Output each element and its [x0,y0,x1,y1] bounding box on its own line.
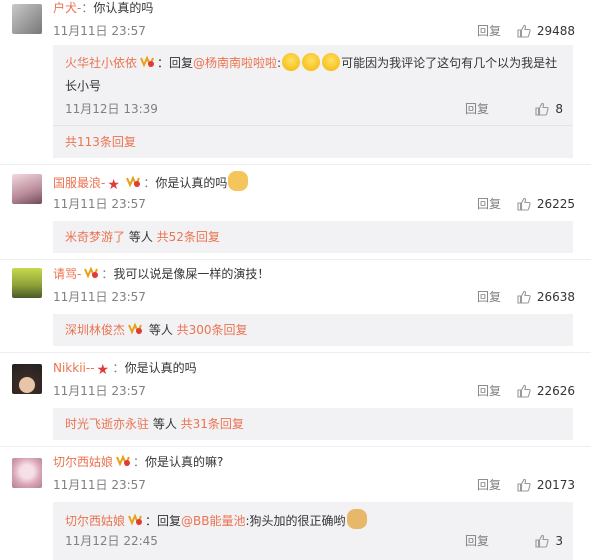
sub-username[interactable]: 切尔西姑娘 [65,514,125,528]
timestamp: 11月11日 23:57 [53,24,146,38]
laugh-cry-emoji [282,53,301,71]
like-count: 26638 [536,290,575,304]
sub-reply-button[interactable]: 回复 [465,532,489,550]
comment-meta: 11月11日 23:57 回复 22626 [53,382,579,400]
comment-text: 你是认真的吗 [124,361,197,375]
mention-link[interactable]: @杨南南啦啦啦 [193,56,277,70]
vip-badge-icon [139,55,155,69]
comment-meta: 11月11日 23:57 回复 26638 [53,288,579,306]
reply-user-link[interactable]: 米奇梦游了 [65,230,125,244]
divider [0,352,591,353]
doge-emoji [346,509,367,529]
thumb-up-icon [535,102,549,116]
thumb-up-icon [517,24,531,38]
red-star-icon: ★ [107,177,120,193]
vip-badge-icon [83,266,99,280]
like-button[interactable]: 29488 [517,22,575,40]
username[interactable]: Nikkii-- [53,361,95,375]
sub-text: 可能因为我评论了这句有几个以为我是社 [341,56,558,70]
thumb-up-icon [517,478,531,492]
reply-button[interactable]: 回复 [477,382,501,400]
comment-text: 你是认真的吗 [155,176,228,190]
comment-text: 你认真的吗 [93,1,154,15]
sub-text: :狗头加的很正确哟 [245,514,346,528]
like-button[interactable]: 26638 [517,288,575,306]
mention-link[interactable]: @BB能量池 [181,514,245,528]
reply-box: 深圳林俊杰 等人 共300条回复 [53,314,573,346]
divider [0,259,591,260]
vip-badge-icon [125,175,141,189]
thumb-up-icon [535,534,549,548]
timestamp: 11月11日 23:57 [53,384,146,398]
like-count: 29488 [536,24,575,38]
user-avatar[interactable] [12,458,42,488]
sub-meta: 11月12日 22:45 回复 3 [65,532,567,550]
reply-box: 米奇梦游了 等人 共52条回复 [53,221,573,253]
laugh-cry-emoji [302,53,321,71]
username[interactable]: 户犬- [53,1,81,15]
timestamp: 11月11日 23:57 [53,197,146,211]
more-replies-link[interactable]: 共31条回复 [181,417,244,431]
thumb-up-icon [517,384,531,398]
thumb-up-icon [517,290,531,304]
comment-meta: 11月11日 23:57 回复 26225 [53,195,579,213]
sub-username[interactable]: 火华社小依依 [65,56,137,70]
reply-button[interactable]: 回复 [477,288,501,306]
like-count: 22626 [536,384,575,398]
reply-button[interactable]: 回复 [477,195,501,213]
like-count: 26225 [536,197,575,211]
user-avatar[interactable] [12,268,42,298]
comment-text: 我可以说是像屎一样的演技！ [113,267,270,281]
vip-badge-icon [127,322,143,336]
more-replies-link[interactable]: 共113条回复 [65,135,136,149]
sub-timestamp: 11月12日 13:39 [65,102,158,116]
username[interactable]: 切尔西姑娘 [53,455,113,469]
timestamp: 11月11日 23:57 [53,290,146,304]
red-star-icon: ★ [96,362,110,378]
reply-box: 切尔西姑娘 ：回复@BB能量池:狗头加的很正确哟 11月12日 22:45 回复 … [53,502,573,560]
laugh-cry-emoji [322,53,341,71]
reply-button[interactable]: 回复 [477,476,501,494]
username[interactable]: 国服最浪- [53,176,105,190]
reply-user-link[interactable]: 深圳林俊杰 [65,323,125,337]
reply-box: 时光飞逝亦永驻 等人 共31条回复 [53,408,573,440]
timestamp: 11月11日 23:57 [53,478,146,492]
more-replies-link[interactable]: 共300条回复 [177,323,248,337]
more-replies-link[interactable]: 共52条回复 [157,230,220,244]
divider [0,446,591,447]
username[interactable]: 请骂- [53,267,81,281]
sub-like-button[interactable]: 8 [535,100,563,118]
thumb-up-icon [517,197,531,211]
vip-badge-icon [127,513,143,527]
vip-badge-icon [115,454,131,468]
divider [0,164,591,165]
comment-meta: 11月11日 23:57 回复 29488 [53,22,579,40]
user-avatar[interactable] [12,174,42,204]
sub-reply-button[interactable]: 回复 [465,100,489,118]
like-button[interactable]: 22626 [517,382,575,400]
like-button[interactable]: 20173 [517,476,575,494]
user-avatar[interactable] [12,364,42,394]
reply-box: 火华社小依依 ：回复@杨南南啦啦啦: 可能因为我评论了这句有几个以为我是社 长小号 … [53,45,573,158]
sub-timestamp: 11月12日 22:45 [65,534,158,548]
reply-user-link[interactable]: 时光飞逝亦永驻 [65,417,149,431]
like-count: 20173 [536,478,575,492]
user-avatar[interactable] [12,4,42,34]
sub-text-cont: 长小号 [65,79,102,93]
doge-emoji [228,171,249,191]
comment-text: 你是认真的嘛? [145,455,224,469]
sub-like-button[interactable]: 3 [535,532,563,550]
reply-button[interactable]: 回复 [477,22,501,40]
sub-meta: 11月12日 13:39 回复 8 [65,100,567,118]
like-button[interactable]: 26225 [517,195,575,213]
comment-meta: 11月11日 23:57 回复 20173 [53,476,579,494]
